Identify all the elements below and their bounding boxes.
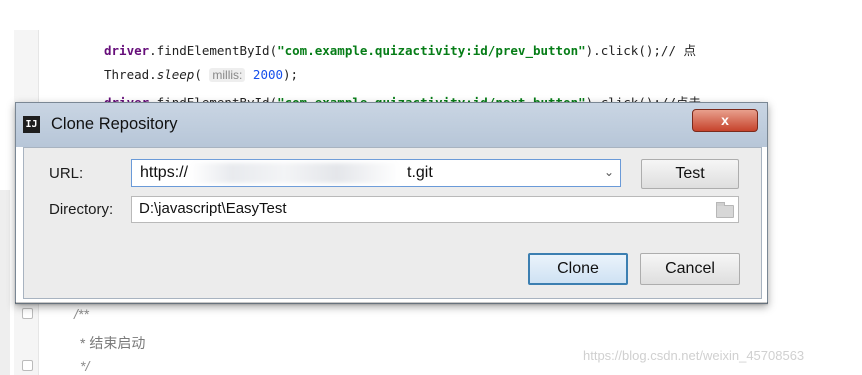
directory-value: D:\javascript\EasyTest xyxy=(139,200,287,217)
url-value-end: t.git xyxy=(407,164,433,181)
close-icon: x xyxy=(721,112,729,128)
code-token: ); xyxy=(283,67,299,82)
close-button[interactable]: x xyxy=(692,109,758,132)
dialog-title: Clone Repository xyxy=(51,115,178,133)
comment-close: */ xyxy=(80,358,90,374)
url-value-start: https:// xyxy=(140,164,189,181)
comment-text: * 结束启动 xyxy=(80,335,146,351)
intellij-icon: IJ xyxy=(23,116,40,133)
dialog-shadow xyxy=(15,302,768,306)
fold-marker-icon[interactable] xyxy=(22,308,33,319)
fold-marker-icon[interactable] xyxy=(22,360,33,371)
cancel-button[interactable]: Cancel xyxy=(640,253,740,285)
test-button[interactable]: Test xyxy=(641,159,739,189)
code-line-sleep: Thread.sleep( millis: 2000); xyxy=(104,67,298,82)
directory-field[interactable]: D:\javascript\EasyTest xyxy=(131,196,739,223)
code-string: "com.example.quizactivity:id/prev_button… xyxy=(277,43,586,58)
redacted-url-part xyxy=(190,163,400,183)
code-token: ).click();// 点 xyxy=(585,43,696,58)
code-token: sleep xyxy=(156,67,195,82)
dialog-content: URL: https:// t.git ⌄ Test Directory: D:… xyxy=(23,147,762,299)
url-label: URL: xyxy=(49,165,84,182)
left-panel-edge xyxy=(0,190,10,375)
clone-repository-dialog: IJ Clone Repository x URL: https:// t.gi… xyxy=(15,102,768,304)
folder-icon[interactable] xyxy=(716,202,734,218)
directory-label: Directory: xyxy=(49,201,114,218)
comment-open: /** xyxy=(74,306,89,322)
chevron-down-icon[interactable]: ⌄ xyxy=(604,165,614,179)
watermark-text: https://blog.csdn.net/weixin_45708563 xyxy=(583,348,805,363)
parameter-hint: millis: xyxy=(209,68,246,82)
clone-button[interactable]: Clone xyxy=(528,253,628,285)
code-token: ( xyxy=(194,67,202,82)
dialog-titlebar[interactable]: IJ Clone Repository x xyxy=(16,103,767,147)
url-combobox[interactable]: https:// t.git ⌄ xyxy=(131,159,621,187)
code-number: 2000 xyxy=(252,67,284,82)
code-line-prev-button: driver.findElementById("com.example.quiz… xyxy=(104,40,696,59)
code-token: .findElementById( xyxy=(149,43,278,58)
code-token: Thread. xyxy=(104,67,157,82)
code-token: driver xyxy=(104,43,150,58)
